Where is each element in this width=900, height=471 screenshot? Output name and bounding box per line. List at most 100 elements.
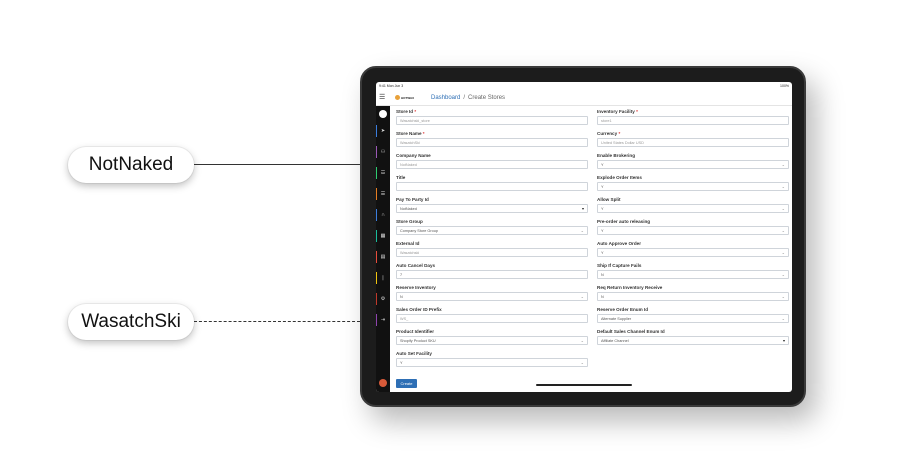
select-auto-approve-order[interactable]: Y ⌄ xyxy=(597,248,789,257)
field-label: Default Sales Channel Enum Id xyxy=(597,329,665,334)
sidebar-accent xyxy=(376,125,377,137)
field-external-id: External Id Wasatchski xyxy=(396,240,588,260)
field-label: Pay To Party Id xyxy=(396,197,429,202)
user-avatar[interactable] xyxy=(379,379,387,387)
field-label: Explode Order Items xyxy=(597,175,642,180)
select-store-group[interactable]: Company Store Group ⌄ xyxy=(396,226,588,235)
users-icon[interactable]: ⚇ xyxy=(376,147,390,157)
input-company-name[interactable]: NotNaked xyxy=(396,160,588,169)
field-sales-order-id-prefix: Sales Order ID Prefix WS_ xyxy=(396,306,588,326)
field-inventory-facility: Inventory Facility * store1 xyxy=(597,108,789,128)
select-req-return-inventory-receive[interactable]: N ⌄ xyxy=(597,292,789,301)
field-title: Title xyxy=(396,174,588,194)
chevron-down-icon: ⌄ xyxy=(781,250,785,255)
field-value: Y xyxy=(601,228,604,233)
select-product-identifier[interactable]: Shopify Product SKU ⌄ xyxy=(396,336,588,345)
send-icon[interactable]: ➤ xyxy=(376,126,390,136)
chevron-down-icon: ▾ xyxy=(782,338,785,343)
sidebar: ➤ ⚇ ☲ ☰ ∩ ▦ ▤ ❘ ⚙ ⇥ xyxy=(376,106,390,392)
field-reserve-inventory: Reserve Inventory N ⌄ xyxy=(396,284,588,304)
sidebar-accent xyxy=(376,209,377,221)
field-label: Enable Brokering xyxy=(597,153,636,158)
field-product-identifier: Product Identifier Shopify Product SKU ⌄ xyxy=(396,328,588,348)
magnet-icon[interactable]: ∩ xyxy=(376,210,390,220)
chevron-down-icon: ▾ xyxy=(581,206,584,211)
sitemap-icon[interactable]: ☲ xyxy=(376,168,390,178)
gear-icon[interactable]: ⚙ xyxy=(376,294,390,304)
select-pay-to-party-id[interactable]: NotNaked ▾ xyxy=(396,204,588,213)
field-label: Reserve Inventory xyxy=(396,285,436,290)
field-value: Wasatchski xyxy=(400,250,420,255)
input-external-id[interactable]: Wasatchski xyxy=(396,248,588,257)
home-icon[interactable] xyxy=(379,110,387,118)
login-icon[interactable]: ⇥ xyxy=(376,315,390,325)
input-title[interactable] xyxy=(396,182,588,191)
select-enable-brokering[interactable]: Y ⌄ xyxy=(597,160,789,169)
required-marker: * xyxy=(421,131,425,136)
grid-icon[interactable]: ▦ xyxy=(376,231,390,241)
field-value: N xyxy=(601,272,604,277)
field-label: Title xyxy=(396,175,406,180)
select-auto-set-facility[interactable]: Y ⌄ xyxy=(396,358,588,367)
input-sales-order-id-prefix[interactable]: WS_ xyxy=(396,314,588,323)
top-bar: ☰ HOTWAX Dashboard / Create Stores xyxy=(376,90,792,106)
create-button[interactable]: Create xyxy=(396,379,417,388)
input-inventory-facility[interactable]: store1 xyxy=(597,116,789,125)
field-enable-brokering: Enable Brokering Y ⌄ xyxy=(597,152,789,172)
select-ship-if-capture-fails[interactable]: N ⌄ xyxy=(597,270,789,279)
chevron-down-icon: ⌄ xyxy=(781,272,785,277)
field-label: Store Group xyxy=(396,219,423,224)
clipboard-icon[interactable]: ▤ xyxy=(376,252,390,262)
field-label: Pre-order auto releasing xyxy=(597,219,651,224)
required-marker: * xyxy=(413,109,417,114)
select-reserve-inventory[interactable]: N ⌄ xyxy=(396,292,588,301)
field-store-group: Store Group Company Store Group ⌄ xyxy=(396,218,588,238)
select-pre-order-auto-releasing[interactable]: Y ⌄ xyxy=(597,226,789,235)
callout-company-label: NotNaked xyxy=(88,154,174,175)
sidebar-accent xyxy=(376,167,377,179)
input-store-id[interactable]: Wasatchski_store xyxy=(396,116,588,125)
field-auto-approve-order: Auto Approve Order Y ⌄ xyxy=(597,240,789,260)
input-store-name[interactable]: WasatchSki xyxy=(396,138,588,147)
select-default-sales-channel-enum-id[interactable]: Affiliate Channel ▾ xyxy=(597,336,789,345)
logo[interactable]: HOTWAX xyxy=(395,95,421,100)
chevron-down-icon: ⌄ xyxy=(781,294,785,299)
field-pre-order-auto-releasing: Pre-order auto releasing Y ⌄ xyxy=(597,218,789,238)
field-value: NotNaked xyxy=(400,206,417,211)
required-marker: * xyxy=(617,131,621,136)
sidebar-accent xyxy=(376,293,377,305)
field-ship-if-capture-fails: Ship If Capture Fails N ⌄ xyxy=(597,262,789,282)
select-allow-split[interactable]: Y ⌄ xyxy=(597,204,789,213)
input-currency[interactable]: United States Dollar USD xyxy=(597,138,789,147)
callout-store-label: WasatchSki xyxy=(81,311,181,332)
callout-store: WasatchSki xyxy=(68,304,194,340)
field-pay-to-party-id: Pay To Party Id NotNaked ▾ xyxy=(396,196,588,216)
breadcrumb-dashboard[interactable]: Dashboard xyxy=(431,95,460,101)
chevron-down-icon: ⌄ xyxy=(781,184,785,189)
field-label: Product Identifier xyxy=(396,329,435,334)
field-value: Affiliate Channel xyxy=(601,338,629,343)
field-label: Store Name * xyxy=(396,131,425,136)
select-explode-order-items[interactable]: Y ⌄ xyxy=(597,182,789,191)
field-value: WasatchSki xyxy=(400,140,420,145)
field-reserve-order-enum-id: Reserve Order Enum Id Alternate Supplier ⌄ xyxy=(597,306,789,326)
pin-icon[interactable]: ❘ xyxy=(376,273,390,283)
field-value: N xyxy=(400,294,403,299)
list-icon[interactable]: ☰ xyxy=(376,189,390,199)
field-label: Store Id * xyxy=(396,109,417,114)
field-store-name: Store Name * WasatchSki xyxy=(396,130,588,150)
field-currency: Currency * United States Dollar USD xyxy=(597,130,789,150)
field-value: United States Dollar USD xyxy=(601,140,644,145)
field-auto-cancel-days: Auto Cancel Days 7 xyxy=(396,262,588,282)
field-explode-order-items: Explode Order Items Y ⌄ xyxy=(597,174,789,194)
field-value: Company Store Group xyxy=(400,228,438,233)
required-marker: * xyxy=(634,109,638,114)
input-auto-cancel-days[interactable]: 7 xyxy=(396,270,588,279)
menu-icon[interactable]: ☰ xyxy=(379,94,389,101)
field-store-id: Store Id * Wasatchski_store xyxy=(396,108,588,128)
field-company-name: Company Name NotNaked xyxy=(396,152,588,172)
logo-text: HOTWAX xyxy=(401,95,415,100)
field-label: Company Name xyxy=(396,153,431,158)
select-reserve-order-enum-id[interactable]: Alternate Supplier ⌄ xyxy=(597,314,789,323)
callout-connector-dashed xyxy=(194,321,360,322)
